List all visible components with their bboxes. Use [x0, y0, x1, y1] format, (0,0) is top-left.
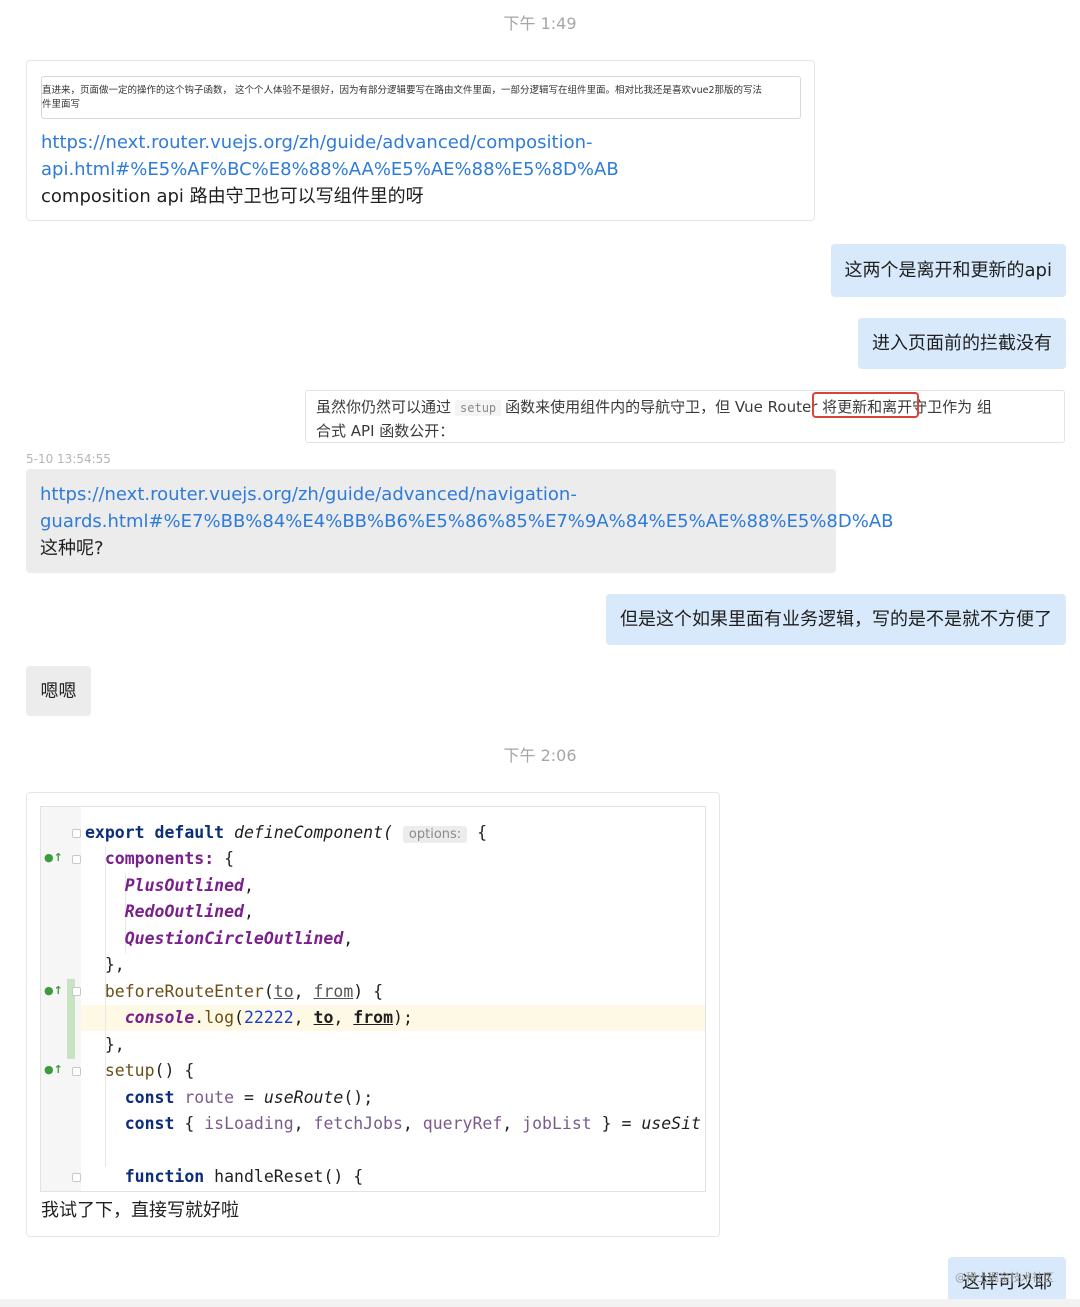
fold-icon[interactable]: [72, 1067, 81, 1076]
message-text: 这两个是离开和更新的api: [844, 260, 1052, 281]
code-line-3: PlusOutlined,: [124, 876, 254, 895]
code-line-10: setup() {: [104, 1061, 195, 1080]
message-link-line-2[interactable]: guards.html#%E7%BB%84%E4%BB%B6%E5%86%85%…: [40, 508, 894, 535]
code-line-1: export default defineComponent( options:…: [85, 823, 488, 843]
override-method-icon[interactable]: ●↑: [44, 984, 63, 997]
message-sent-3[interactable]: 但是这个如果里面有业务逻辑，写的是不是就不方便了: [606, 594, 1066, 645]
code-line-7: beforeRouteEnter(to, from) {: [104, 982, 384, 1001]
code-line-2: components: {: [104, 849, 235, 868]
message-sent-2[interactable]: 进入页面前的拦截没有: [858, 318, 1066, 369]
message-received-3[interactable]: 嗯嗯: [26, 666, 91, 716]
message-link-line-1[interactable]: https://next.router.vuejs.org/zh/guide/a…: [41, 129, 801, 156]
override-method-icon[interactable]: ●↑: [44, 851, 63, 864]
message-text: 我试了下，直接写就好啦: [41, 1200, 239, 1221]
quote-line-1: 直进来，页面做一定的操作的这个钩子函数， 这个个人体验不是很好，因为有部分逻辑要…: [42, 85, 763, 96]
fold-icon[interactable]: [72, 829, 81, 838]
code-line-11: const route = useRoute();: [124, 1088, 374, 1107]
message-received-2[interactable]: https://next.router.vuejs.org/zh/guide/a…: [26, 469, 894, 573]
code-screenshot: ●↑ ●↑ ●↑ export default defineComponent(…: [40, 806, 706, 1192]
code-line-8: console.log(22222, to, from);: [124, 1008, 413, 1027]
message-sent-1[interactable]: 这两个是离开和更新的api: [830, 244, 1066, 297]
log-timestamp: 5-10 13:54:55: [26, 452, 111, 466]
code-line-4: RedoOutlined,: [124, 902, 254, 921]
code-line-12: const { isLoading, fetchJobs, queryRef, …: [124, 1114, 701, 1133]
code-line-9: },: [104, 1035, 125, 1054]
quote-line-2: 件里面写: [42, 99, 81, 110]
timestamp-1: 下午 1:49: [503, 14, 577, 33]
message-text: 但是这个如果里面有业务逻辑，写的是不是就不方便了: [620, 609, 1052, 630]
message-text: composition api 路由守卫也可以写组件里的呀: [41, 186, 424, 207]
doc-inline-code: setup: [455, 400, 502, 416]
fold-icon[interactable]: [72, 855, 81, 864]
code-line-6: },: [104, 955, 125, 974]
fold-icon[interactable]: [72, 987, 81, 996]
editor-gutter: [41, 807, 81, 1191]
message-text: 这种呢?: [40, 538, 104, 559]
doc-text-3: 合式 API 函数公开：: [316, 422, 455, 440]
watermark: @稀土掘金技术社区: [955, 1271, 1054, 1284]
message-received-1[interactable]: 直进来，页面做一定的操作的这个钩子函数， 这个个人体验不是很好，因为有部分逻辑要…: [26, 60, 815, 221]
code-line-14: function handleReset() {: [124, 1167, 364, 1186]
fold-icon[interactable]: [72, 1173, 81, 1182]
docs-screenshot-card[interactable]: 虽然你仍然可以通过 setup 函数来使用组件内的导航守卫，但 Vue Router…: [305, 390, 1065, 443]
override-method-icon[interactable]: ●↑: [44, 1063, 63, 1076]
timestamp-2: 下午 2:06: [503, 746, 577, 765]
highlight-annotation: [812, 392, 919, 418]
message-link-line-1[interactable]: https://next.router.vuejs.org/zh/guide/a…: [40, 481, 830, 508]
message-text: 嗯嗯: [40, 680, 77, 702]
message-link-line-2[interactable]: api.html#%E5%AF%BC%E8%88%AA%E5%AE%88%E5%…: [41, 156, 801, 183]
message-text: 进入页面前的拦截没有: [872, 333, 1052, 354]
code-line-5: QuestionCircleOutlined,: [124, 929, 354, 948]
quoted-screenshot: 直进来，页面做一定的操作的这个钩子函数， 这个个人体验不是很好，因为有部分逻辑要…: [41, 76, 801, 119]
bottom-divider: [0, 1299, 1080, 1307]
doc-text-1: 虽然你仍然可以通过: [316, 398, 452, 416]
